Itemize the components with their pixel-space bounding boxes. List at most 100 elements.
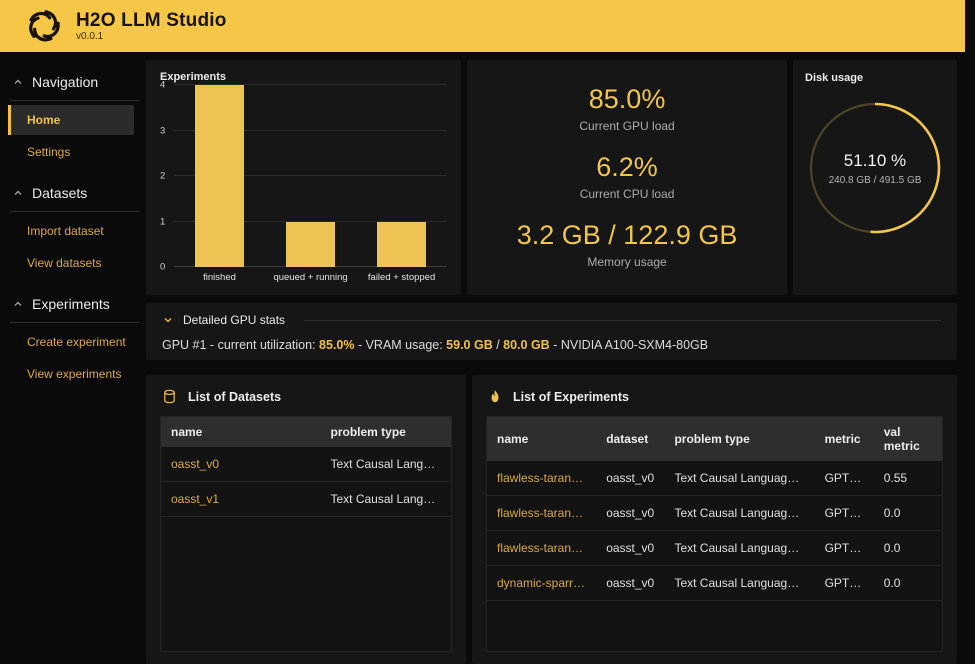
table-row[interactable]: flawless-tarantula.1oasst_v0Text Causal … (487, 496, 942, 531)
sidebar-item-import-dataset[interactable]: Import dataset (8, 216, 134, 246)
app-title: H2O LLM Studio (76, 11, 227, 31)
sidebar-item-home[interactable]: Home (8, 105, 134, 135)
row-name-link[interactable]: oasst_v0 (161, 447, 321, 482)
cell-metric: GPT3.5 (815, 566, 874, 601)
sidebar-section-experiments[interactable]: Experiments (0, 288, 140, 320)
disk-percent: 51.10 % (844, 151, 906, 171)
table-row[interactable]: oasst_v1Text Causal Languag (161, 482, 451, 517)
gpu-load-value: 85.0% (579, 84, 674, 114)
column-header-name: name (487, 417, 596, 461)
main-content: Experiments 01234 finishedqueued + runni… (140, 52, 975, 664)
gpu-stat-value: 59.0 GB (446, 338, 493, 352)
row-name-link[interactable]: oasst_v1 (161, 482, 321, 517)
sidebar-section-navigation[interactable]: Navigation (0, 66, 140, 98)
sidebar-section-label: Navigation (32, 74, 98, 90)
y-axis-tick: 3 (160, 125, 165, 136)
chevron-up-icon (12, 187, 24, 199)
cpu-load-label: Current CPU load (580, 187, 675, 201)
system-stats-card: 85.0% Current GPU load 6.2% Current CPU … (467, 60, 787, 295)
cell-dataset: oasst_v0 (596, 566, 664, 601)
chart-bars (174, 85, 447, 267)
top-header: H2O LLM Studio v0.0.1 (0, 0, 965, 52)
table-row[interactable]: flawless-tarantulaoasst_v0Text Causal La… (487, 531, 942, 566)
gpu-stat-text: - VRAM usage: (354, 338, 446, 352)
experiments-table-title: List of Experiments (513, 390, 629, 404)
y-axis-tick: 4 (160, 80, 165, 91)
sidebar-section-label: Experiments (32, 296, 110, 312)
sidebar-item-view-datasets[interactable]: View datasets (8, 248, 134, 278)
column-header-problem-type: problem type (664, 417, 814, 461)
cpu-load-stat: 6.2% Current CPU load (580, 152, 675, 201)
column-header-dataset: dataset (596, 417, 664, 461)
chart-plot-area: 01234 (174, 85, 447, 267)
gpu-stat-value: 80.0 GB (503, 338, 550, 352)
datasets-table: nameproblem typeoasst_v0Text Causal Lang… (160, 416, 452, 652)
sidebar-item-create-experiment[interactable]: Create experiment (8, 327, 134, 357)
divider (10, 211, 140, 212)
gpu-details-label: Detailed GPU stats (183, 313, 285, 327)
datasets-list-card: List of Datasets nameproblem typeoasst_v… (146, 375, 466, 664)
sidebar-section-datasets[interactable]: Datasets (0, 177, 140, 209)
datasets-table-title: List of Datasets (188, 390, 281, 404)
cell-metric: GPT3.5 (815, 531, 874, 566)
flame-icon (488, 389, 502, 404)
experiments-bar-chart: 01234 finishedqueued + runningfailed + s… (174, 85, 447, 283)
y-axis-tick: 0 (160, 262, 165, 273)
column-header-name: name (161, 417, 321, 447)
gpu-stat-value: 85.0% (319, 338, 354, 352)
row-name-link[interactable]: flawless-tarantula.1.1.1.1 (487, 461, 596, 496)
table-row[interactable]: dynamic-sparrowoasst_v0Text Causal Langu… (487, 566, 942, 601)
gpu-stat-text: - NVIDIA A100-SXM4-80GB (550, 338, 708, 352)
cell-val-metric: 0.55 (874, 461, 942, 496)
bar-finished (195, 85, 243, 267)
experiments-table: namedatasetproblem typemetricval metricf… (486, 416, 943, 652)
memory-usage-label: Memory usage (517, 255, 738, 269)
column-header-val-metric: val metric (874, 417, 942, 461)
gpu-load-label: Current GPU load (579, 119, 674, 133)
sidebar: Navigation Home Settings Datasets Import… (0, 52, 140, 664)
x-axis-label: queued + running (265, 272, 356, 283)
table-row[interactable]: oasst_v0Text Causal Languag (161, 447, 451, 482)
chart-title: Experiments (160, 71, 447, 83)
memory-usage-stat: 3.2 GB / 122.9 GB Memory usage (517, 220, 738, 269)
experiments-chart-card: Experiments 01234 finishedqueued + runni… (146, 60, 461, 295)
row-name-link[interactable]: flawless-tarantula (487, 531, 596, 566)
cell-problem-type: Text Causal Language Modeling (664, 496, 814, 531)
gpu-load-stat: 85.0% Current GPU load (579, 84, 674, 133)
x-axis-label: failed + stopped (356, 272, 447, 283)
gpu-details-expander[interactable]: Detailed GPU stats (162, 313, 941, 327)
cell-dataset: oasst_v0 (596, 531, 664, 566)
table-row[interactable]: flawless-tarantula.1.1.1.1oasst_v0Text C… (487, 461, 942, 496)
y-axis-tick: 2 (160, 171, 165, 182)
y-axis-tick: 1 (160, 216, 165, 227)
sidebar-item-view-experiments[interactable]: View experiments (8, 359, 134, 389)
gpu-stat-text: / (493, 338, 503, 352)
bar-slot (356, 85, 447, 267)
database-icon (162, 389, 177, 404)
column-header-problem-type: problem type (321, 417, 452, 447)
cell-val-metric: 0.0 (874, 531, 942, 566)
gpu-stats-line: GPU #1 - current utilization: 85.0% - VR… (162, 338, 941, 352)
divider (10, 322, 140, 323)
app-version: v0.0.1 (76, 31, 227, 42)
disk-usage-card: Disk usage 51.10 % 240.8 GB / 491.5 GB (793, 60, 957, 295)
chevron-up-icon (12, 298, 24, 310)
disk-usage-title: Disk usage (805, 72, 945, 84)
sidebar-section-label: Datasets (32, 185, 87, 201)
cell-problem-type: Text Causal Language Modeling (664, 566, 814, 601)
cpu-load-value: 6.2% (580, 152, 675, 182)
sidebar-item-settings[interactable]: Settings (8, 137, 134, 167)
chart-x-axis-labels: finishedqueued + runningfailed + stopped (174, 272, 447, 283)
bar-slot (174, 85, 265, 267)
memory-usage-value: 3.2 GB / 122.9 GB (517, 220, 738, 250)
disk-capacity: 240.8 GB / 491.5 GB (829, 175, 922, 186)
cell-problem-type: Text Causal Languag (321, 447, 452, 482)
bar-failed + stopped (377, 222, 425, 268)
bar-slot (265, 85, 356, 267)
cell-problem-type: Text Causal Language Modeling (664, 531, 814, 566)
row-name-link[interactable]: flawless-tarantula.1 (487, 496, 596, 531)
row-name-link[interactable]: dynamic-sparrow (487, 566, 596, 601)
table-header-row: nameproblem type (161, 417, 451, 447)
chevron-up-icon (12, 76, 24, 88)
cell-val-metric: 0.0 (874, 496, 942, 531)
